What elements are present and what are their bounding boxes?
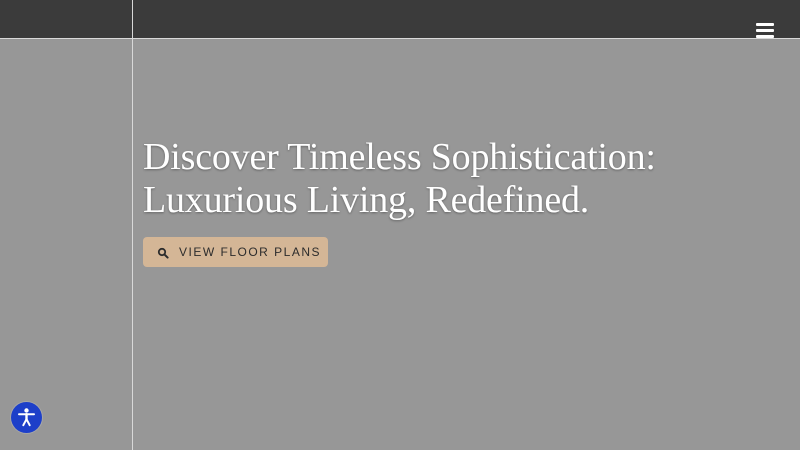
vertical-divider-line [132, 0, 133, 450]
hamburger-menu-icon [756, 35, 774, 38]
top-bar [0, 0, 800, 39]
hamburger-menu-icon [756, 23, 774, 26]
view-floor-plans-label: VIEW FLOOR PLANS [179, 245, 322, 259]
hero-title-line-1: Discover Timeless Sophistication: [143, 136, 656, 178]
accessibility-button[interactable] [11, 402, 42, 433]
hero-title: Discover Timeless Sophistication: Luxuri… [143, 136, 763, 222]
hero-section: Discover Timeless Sophistication: Luxuri… [143, 136, 763, 222]
view-floor-plans-button[interactable]: VIEW FLOOR PLANS [143, 237, 328, 267]
accessibility-person-icon [18, 408, 35, 427]
hamburger-menu-icon [756, 29, 774, 32]
hamburger-menu-button[interactable] [754, 20, 776, 40]
hero-title-line-2: Luxurious Living, Redefined. [143, 179, 590, 221]
page: Discover Timeless Sophistication: Luxuri… [0, 0, 800, 450]
search-icon [157, 246, 169, 259]
